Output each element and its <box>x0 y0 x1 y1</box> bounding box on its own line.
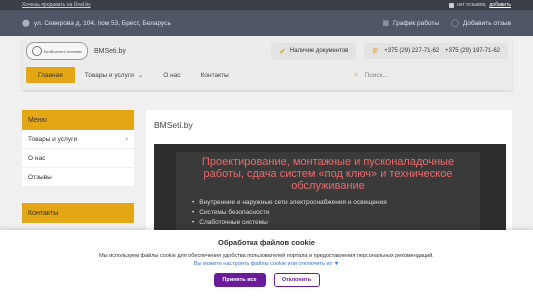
phones-box[interactable]: ✆ +375 (29) 227-71-62 +375 (29) 197-71-6… <box>364 43 508 59</box>
sidebar-item-reviews[interactable]: Отзывы <box>22 168 134 187</box>
reviews-text: нет отзывов, <box>457 2 487 8</box>
banner-list-item: Системы безопасности <box>192 208 480 218</box>
schedule-label: График работы <box>392 19 440 27</box>
calendar-icon: ▦ <box>382 19 389 27</box>
phone-1[interactable]: +375 (29) 227-71-62 <box>384 48 439 54</box>
nav-home-label: Главная <box>38 71 63 79</box>
chevron-right-icon: › <box>125 135 128 143</box>
cookie-banner: Обработка файлов cookie Мы используем фа… <box>0 230 533 300</box>
sidebar-item-about[interactable]: О нас <box>22 149 134 168</box>
sidebar-contacts-title: Контакты <box>22 203 134 223</box>
nav-contacts[interactable]: Контакты <box>191 67 239 83</box>
add-review-label: Добавить отзыв <box>462 19 511 27</box>
sidebar-menu: Меню Товары и услуги › О нас Отзывы <box>22 110 134 187</box>
flag-icon <box>449 2 455 8</box>
cookie-description: Мы используем файлы cookie для обеспечен… <box>99 253 434 259</box>
cookie-settings-link[interactable]: Вы можете настроить файлы cookie или отк… <box>0 261 533 267</box>
sidebar-item-label: О нас <box>28 154 46 162</box>
sidebar-menu-title: Меню <box>22 110 134 130</box>
info-links: ▦ График работы ◯ Добавить отзыв <box>382 20 511 27</box>
decline-button[interactable]: Отклонить <box>273 273 320 287</box>
sell-on-deal-link[interactable]: Хочешь продавать на Deal.by <box>22 2 449 8</box>
page-title: BMSeti.by <box>154 120 193 130</box>
sidebar: Меню Товары и услуги › О нас Отзывы Конт… <box>22 110 134 223</box>
nav-home[interactable]: Главная <box>26 67 75 83</box>
accept-all-button[interactable]: Принять все <box>213 273 266 287</box>
info-bar: ⬤ ул. Северова д. 104, пом 53, Брест, Бе… <box>0 10 533 36</box>
chat-bubble-icon: ◯ <box>451 19 459 27</box>
main-nav: Главная Товары и услуги ⌄ О нас Контакты… <box>22 64 512 86</box>
reviews-info: нет отзывов, добавить <box>449 2 511 8</box>
logo-text: БелБизнесСистемы <box>43 48 83 54</box>
search-input[interactable]: ⌕ Поиск... <box>348 68 508 82</box>
sidebar-item-products[interactable]: Товары и услуги › <box>22 130 134 149</box>
site-header: БелБизнесСистемы BMSeti.by ✔ Наличие док… <box>22 38 512 90</box>
nav-products-label: Товары и услуги <box>84 71 134 79</box>
documents-label: Наличие документов <box>289 48 349 54</box>
banner-list-item: Слаботочные системы <box>192 218 480 228</box>
banner-panel: Проектирование, монтажные и пусконаладоч… <box>176 152 480 242</box>
sidebar-item-label: Товары и услуги <box>28 135 78 143</box>
logo-row: БелБизнесСистемы BMSeti.by ✔ Наличие док… <box>22 38 512 64</box>
nav-about[interactable]: О нас <box>153 67 190 83</box>
cookie-buttons: Принять все Отклонить <box>0 273 533 287</box>
main-content: BMSeti.by Проектирование, монтажные и пу… <box>146 110 512 244</box>
documents-badge[interactable]: ✔ Наличие документов <box>271 42 357 60</box>
checkmark-icon: ✔ <box>279 46 286 56</box>
address: ⬤ ул. Северова д. 104, пом 53, Брест, Бе… <box>22 20 382 27</box>
banner-heading: Проектирование, монтажные и пусконаладоч… <box>201 156 455 192</box>
top-strip: Хочешь продавать на Deal.by нет отзывов,… <box>0 0 533 10</box>
banner-list-item: Внутренние и наружные сети электроснабже… <box>192 198 480 208</box>
chevron-down-icon: ⌄ <box>137 72 144 79</box>
site-name: BMSeti.by <box>94 47 126 55</box>
location-pin-icon: ⬤ <box>22 19 30 27</box>
search-icon: ⌕ <box>354 70 359 79</box>
add-review-link[interactable]: ◯ Добавить отзыв <box>451 20 511 27</box>
sidebar-item-label: Отзывы <box>28 173 52 181</box>
phone-2[interactable]: +375 (29) 197-71-62 <box>445 48 500 54</box>
nav-contacts-label: Контакты <box>200 71 229 79</box>
nav-products[interactable]: Товары и услуги ⌄ <box>75 67 154 83</box>
company-logo[interactable]: БелБизнесСистемы <box>26 42 88 60</box>
address-text: ул. Северова д. 104, пом 53, Брест, Бела… <box>33 19 171 27</box>
add-review-top-link[interactable]: добавить <box>489 2 511 8</box>
schedule-link[interactable]: ▦ График работы <box>382 20 439 27</box>
cookie-title: Обработка файлов cookie <box>218 238 315 247</box>
banner-list: Внутренние и наружные сети электроснабже… <box>192 198 480 228</box>
services-banner: Проектирование, монтажные и пусконаладоч… <box>154 144 506 244</box>
nav-about-label: О нас <box>163 71 181 79</box>
phone-icon: ✆ <box>372 48 379 55</box>
search-placeholder: Поиск... <box>364 71 388 79</box>
logo-emblem-icon <box>31 46 42 56</box>
